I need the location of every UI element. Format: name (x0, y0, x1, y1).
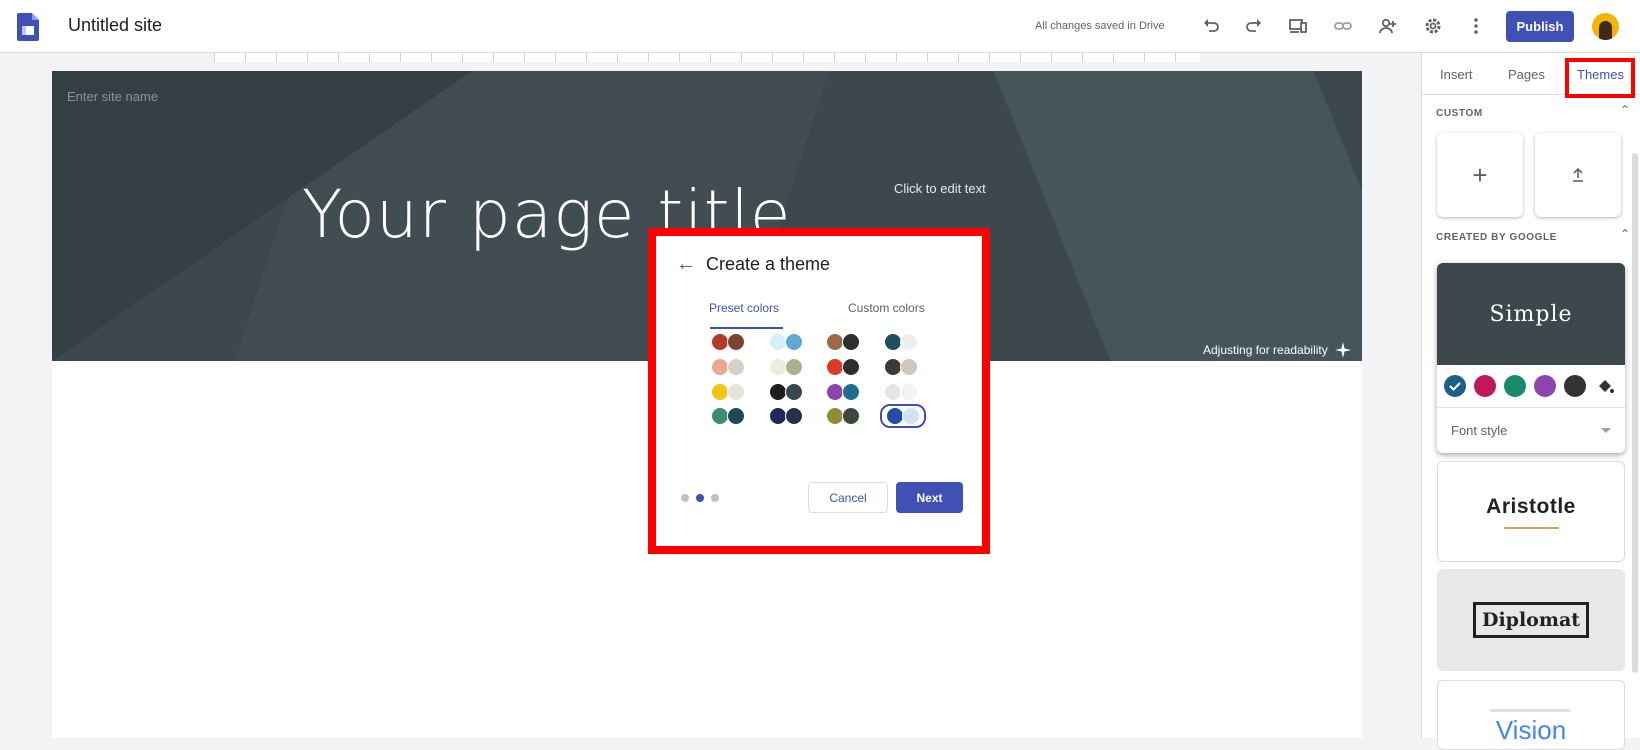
tab-pages[interactable]: Pages (1508, 67, 1545, 82)
palette-color-swatch (842, 333, 860, 351)
palette-option[interactable] (711, 406, 749, 426)
palette-color-swatch (785, 333, 803, 351)
collapse-chevron-icon[interactable]: ⌃ (1620, 103, 1630, 117)
theme-simple[interactable]: Simple Font style (1437, 263, 1625, 453)
created-by-google-label: CREATED BY GOOGLE (1436, 232, 1557, 243)
readability-label: Adjusting for readability (1203, 343, 1328, 357)
dialog-title: Create a theme (706, 254, 831, 274)
font-style-dropdown[interactable]: Font style (1451, 423, 1507, 438)
site-title[interactable]: Untitled site (68, 15, 162, 36)
palette-option[interactable] (826, 357, 864, 377)
active-tab-indicator (710, 327, 783, 329)
undo-icon[interactable] (1198, 13, 1224, 39)
palette-option[interactable] (884, 332, 922, 352)
top-bar: Untitled site All changes saved in Drive… (0, 0, 1640, 53)
theme-vision[interactable]: Vision (1437, 680, 1625, 750)
step-indicator (681, 494, 719, 502)
step-dot-active (696, 494, 704, 502)
edit-text-hint[interactable]: Click to edit text (894, 181, 986, 196)
panel-scrollbar[interactable] (1632, 153, 1638, 673)
palette-color-swatch (727, 358, 745, 376)
step-dot (681, 494, 689, 502)
palette-color-swatch (785, 383, 803, 401)
palette-option[interactable] (826, 332, 864, 352)
palette-color-swatch (842, 383, 860, 401)
color-swatch-selected[interactable] (1444, 375, 1466, 397)
palette-color-swatch (902, 407, 920, 425)
link-icon[interactable] (1330, 13, 1356, 39)
settings-gear-icon[interactable] (1420, 13, 1446, 39)
palette-color-swatch (900, 383, 918, 401)
tab-preset-colors[interactable]: Preset colors (709, 301, 779, 315)
palette-option[interactable] (769, 332, 807, 352)
color-swatches (1437, 375, 1625, 397)
dropdown-arrow-icon (1601, 428, 1611, 433)
save-status: All changes saved in Drive (1035, 20, 1165, 32)
create-theme-dialog: ← Create a theme Preset colors Custom co… (656, 236, 982, 546)
site-name-input[interactable]: Enter site name (67, 89, 158, 104)
palette-color-swatch (900, 358, 918, 376)
google-sites-logo[interactable] (17, 13, 39, 41)
plus-icon: + (1472, 159, 1488, 190)
add-theme-button[interactable]: + (1437, 133, 1523, 217)
theme-diplomat-title: Diplomat (1472, 602, 1590, 638)
theme-accent-line (1490, 709, 1570, 712)
palette-color-swatch (785, 358, 803, 376)
theme-accent-line (1503, 526, 1559, 529)
theme-simple-title: Simple (1437, 263, 1625, 365)
redo-icon[interactable] (1241, 13, 1267, 39)
palette-option[interactable] (769, 406, 807, 426)
divider (1437, 407, 1625, 408)
upload-icon (1573, 167, 1583, 182)
color-swatch[interactable] (1474, 375, 1496, 397)
theme-aristotle-title: Aristotle (1486, 494, 1576, 518)
palette-option[interactable] (769, 382, 807, 402)
sparkle-icon (1334, 342, 1351, 358)
preview-devices-icon[interactable] (1285, 13, 1311, 39)
publish-button[interactable]: Publish (1506, 11, 1574, 42)
palette-option[interactable] (711, 382, 749, 402)
palette-color-swatch (727, 383, 745, 401)
color-swatch[interactable] (1504, 375, 1526, 397)
palette-option[interactable] (826, 406, 864, 426)
back-arrow-icon[interactable]: ← (676, 253, 696, 276)
readability-note: Adjusting for readability (1203, 341, 1352, 359)
theme-aristotle[interactable]: Aristotle (1437, 461, 1625, 562)
more-options-icon[interactable] (1463, 13, 1489, 39)
cancel-button[interactable]: Cancel (808, 482, 888, 513)
theme-vision-title: Vision (1495, 715, 1567, 745)
palette-color-swatch (842, 407, 860, 425)
palette-option[interactable] (769, 357, 807, 377)
palette-option-selected[interactable] (880, 404, 926, 428)
user-avatar[interactable] (1592, 13, 1619, 40)
paint-bucket-icon[interactable] (1594, 375, 1616, 397)
next-button[interactable]: Next (896, 482, 963, 513)
palette-option[interactable] (884, 382, 922, 402)
theme-diplomat[interactable]: Diplomat (1437, 569, 1625, 671)
banner-shape (993, 71, 1362, 361)
palette-option[interactable] (826, 382, 864, 402)
palette-color-swatch (842, 358, 860, 376)
tab-custom-colors[interactable]: Custom colors (848, 301, 925, 315)
palette-option[interactable] (711, 332, 749, 352)
palette-option[interactable] (711, 357, 749, 377)
panel-tabs: Insert Pages Themes (1422, 53, 1640, 98)
step-dot (711, 494, 719, 502)
color-swatch[interactable] (1564, 375, 1586, 397)
upload-theme-button[interactable] (1535, 133, 1621, 217)
check-icon (1449, 382, 1461, 391)
palette-color-swatch (785, 407, 803, 425)
tab-insert[interactable]: Insert (1440, 67, 1473, 82)
custom-section-label: CUSTOM (1436, 108, 1483, 119)
palette-color-swatch (727, 333, 745, 351)
highlight-box (1565, 58, 1635, 98)
color-swatch[interactable] (1534, 375, 1556, 397)
collapse-chevron-icon[interactable]: ⌃ (1620, 227, 1630, 241)
palette-color-swatch (900, 333, 918, 351)
palette-color-swatch (727, 407, 745, 425)
right-panel: Insert Pages Themes CUSTOM ⌃ + CREATED B… (1421, 53, 1640, 750)
share-add-person-icon[interactable] (1375, 13, 1401, 39)
palette-option[interactable] (884, 357, 922, 377)
ruler (214, 53, 1200, 62)
